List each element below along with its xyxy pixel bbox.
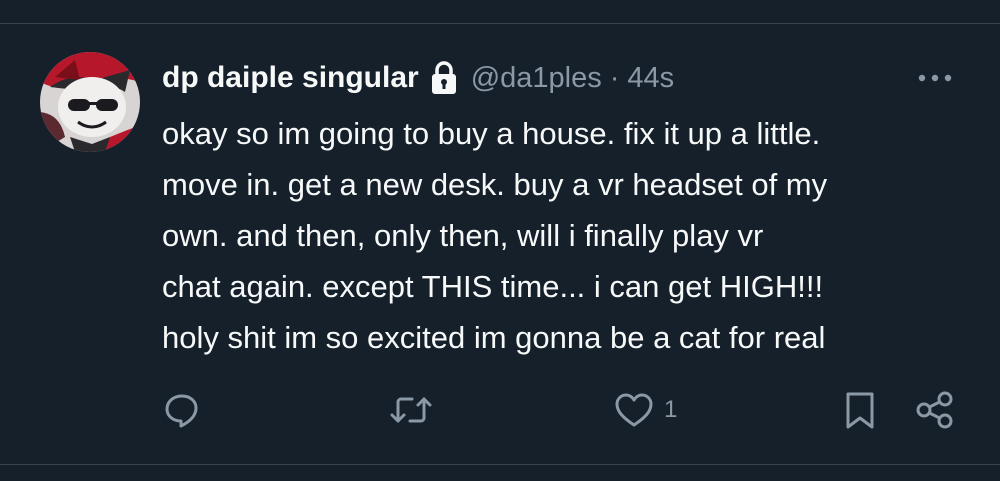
tweet-header: dp daiple singular @da1ples · 44s — [162, 56, 674, 100]
timestamp[interactable]: 44s — [627, 62, 674, 95]
retweet-button[interactable] — [388, 388, 434, 432]
tweet-text-line: chat again. except THIS time... i can ge… — [162, 269, 824, 304]
heart-icon — [615, 393, 653, 427]
like-count: 1 — [664, 396, 678, 423]
handle[interactable]: @da1ples — [471, 62, 602, 95]
separator-dot: · — [609, 61, 620, 94]
lock-icon — [429, 60, 459, 96]
top-divider — [0, 23, 1000, 24]
display-name[interactable]: dp daiple singular — [162, 61, 419, 95]
bookmark-icon — [846, 392, 874, 429]
like-button[interactable]: 1 — [612, 388, 677, 432]
retweet-icon — [390, 397, 432, 423]
avatar-image — [40, 52, 140, 152]
reply-icon — [165, 394, 198, 428]
bookmark-button[interactable] — [838, 388, 882, 432]
tweet-text-line: move in. get a new desk. buy a vr headse… — [162, 167, 828, 202]
tweet-text: okay so im going to buy a house. fix it … — [162, 108, 982, 363]
tweet-text-line: holy shit im so excited im gonna be a ca… — [162, 320, 826, 355]
share-button[interactable] — [912, 388, 958, 432]
share-icon — [916, 391, 953, 429]
more-options-icon[interactable] — [912, 62, 958, 94]
avatar[interactable] — [40, 52, 140, 152]
tweet-text-line: okay so im going to buy a house. fix it … — [162, 116, 821, 151]
bottom-divider — [0, 464, 1000, 465]
reply-button[interactable] — [160, 388, 204, 432]
tweet-text-line: own. and then, only then, will i finally… — [162, 218, 764, 253]
